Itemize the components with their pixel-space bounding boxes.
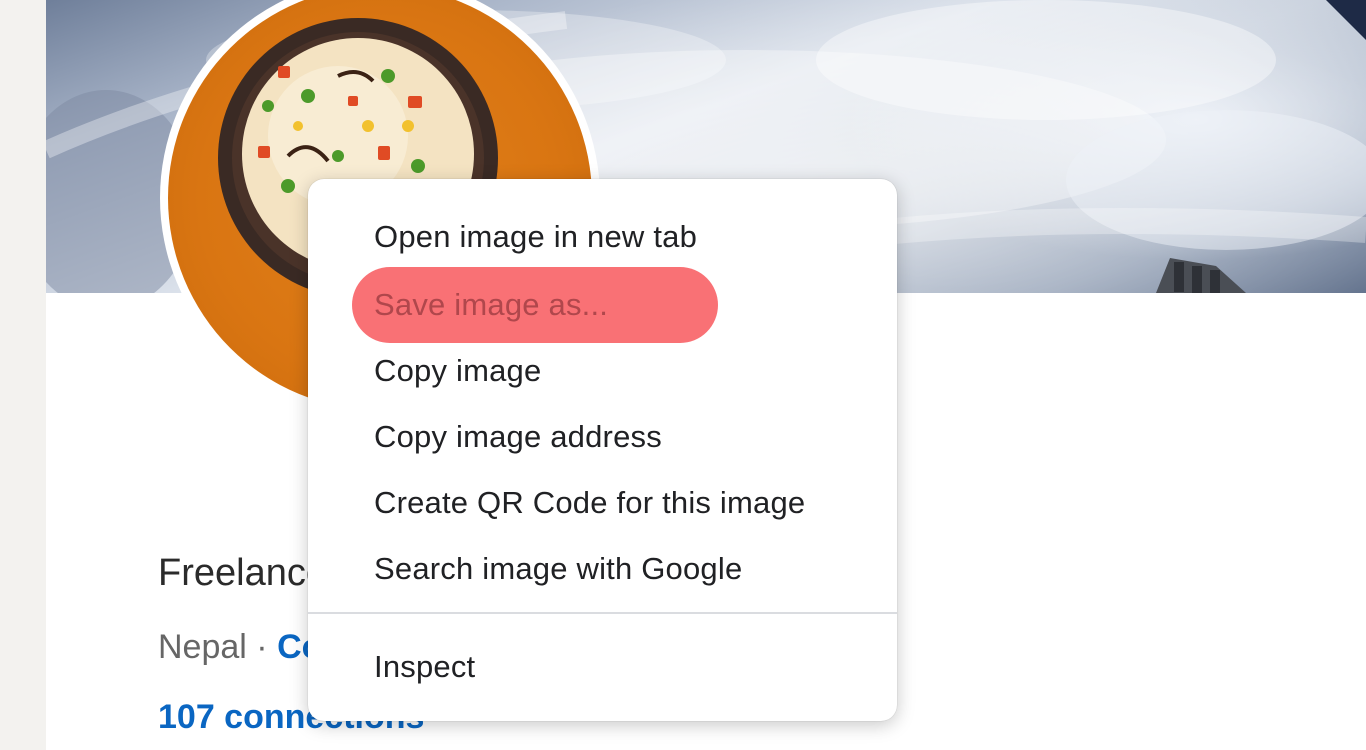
menu-item-label: Copy image (374, 353, 542, 388)
satellite-panel-icon (1156, 258, 1246, 293)
profile-location-line: Nepal · Co (158, 628, 322, 667)
menu-item-create-qr-code[interactable]: Create QR Code for this image (308, 471, 897, 531)
profile-location: Nepal (158, 628, 247, 666)
menu-item-open-image-in-new-tab[interactable]: Open image in new tab (308, 205, 897, 265)
menu-item-label: Search image with Google (374, 551, 743, 586)
location-separator: · (246, 628, 278, 666)
menu-item-save-image-as[interactable]: Save image as... (308, 267, 897, 343)
context-menu: Open image in new tab Save image as... C… (308, 179, 897, 721)
menu-item-label: Save image as... (374, 287, 609, 322)
menu-item-label: Create QR Code for this image (374, 485, 806, 520)
menu-item-copy-image[interactable]: Copy image (308, 339, 897, 399)
menu-item-label: Inspect (374, 649, 476, 684)
left-gutter (0, 0, 46, 750)
menu-item-inspect[interactable]: Inspect (308, 635, 897, 695)
menu-item-label: Open image in new tab (374, 219, 698, 254)
menu-separator (308, 612, 897, 614)
menu-item-search-image-with-google[interactable]: Search image with Google (308, 537, 897, 597)
menu-item-label: Copy image address (374, 419, 662, 454)
menu-item-copy-image-address[interactable]: Copy image address (308, 405, 897, 465)
